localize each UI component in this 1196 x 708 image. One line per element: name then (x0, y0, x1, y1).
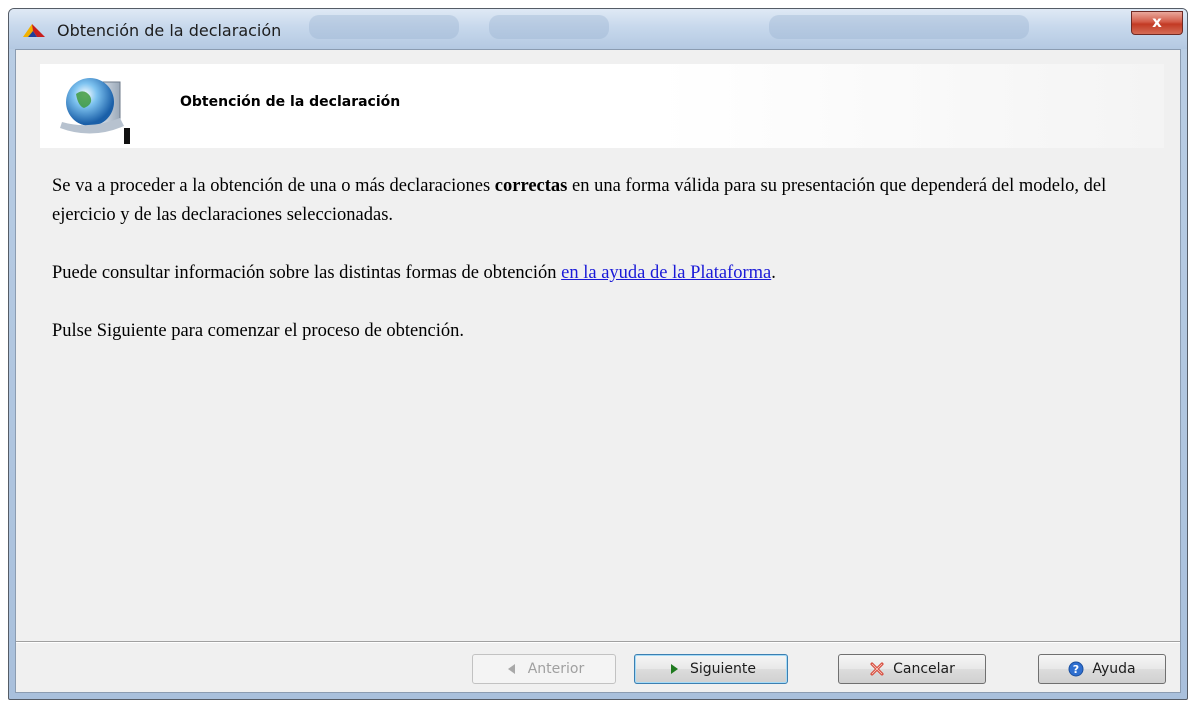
cancel-icon (870, 662, 884, 676)
paragraph-help: Puede consultar información sobre las di… (52, 263, 776, 283)
paragraph-instruction: Pulse Siguiente para comenzar el proceso… (52, 321, 464, 341)
title-bar[interactable]: Obtención de la declaración x (9, 9, 1187, 49)
close-icon: x (1152, 13, 1162, 31)
dialog-window: Obtención de la declaración x Obtención … (8, 8, 1188, 700)
header-title: Obtención de la declaración (180, 94, 401, 110)
arrow-right-icon (670, 664, 678, 674)
cancel-button[interactable]: Cancelar (838, 654, 986, 684)
footer-separator (16, 641, 1180, 643)
help-platform-link[interactable]: en la ayuda de la Plataforma (561, 263, 771, 283)
arrow-left-icon (507, 664, 515, 674)
help-icon: ? (1068, 661, 1084, 677)
previous-button[interactable]: Anterior (472, 654, 616, 684)
emphasis-correctas: correctas (494, 176, 568, 196)
help-button[interactable]: ? Ayuda (1038, 654, 1166, 684)
window-title: Obtención de la declaración (57, 21, 282, 40)
aeat-logo-icon (23, 24, 45, 37)
header-panel: Obtención de la declaración (40, 64, 1164, 148)
svg-text:?: ? (1073, 663, 1079, 676)
description-text: Se va a proceder a la obtención de una o… (52, 172, 1152, 375)
close-button[interactable]: x (1131, 11, 1183, 35)
paragraph-intro: Se va a proceder a la obtención de una o… (52, 176, 1107, 225)
dialog-content: Obtención de la declaración Se va a proc… (15, 49, 1181, 693)
globe-document-icon (60, 78, 130, 144)
next-button[interactable]: Siguiente (634, 654, 788, 684)
